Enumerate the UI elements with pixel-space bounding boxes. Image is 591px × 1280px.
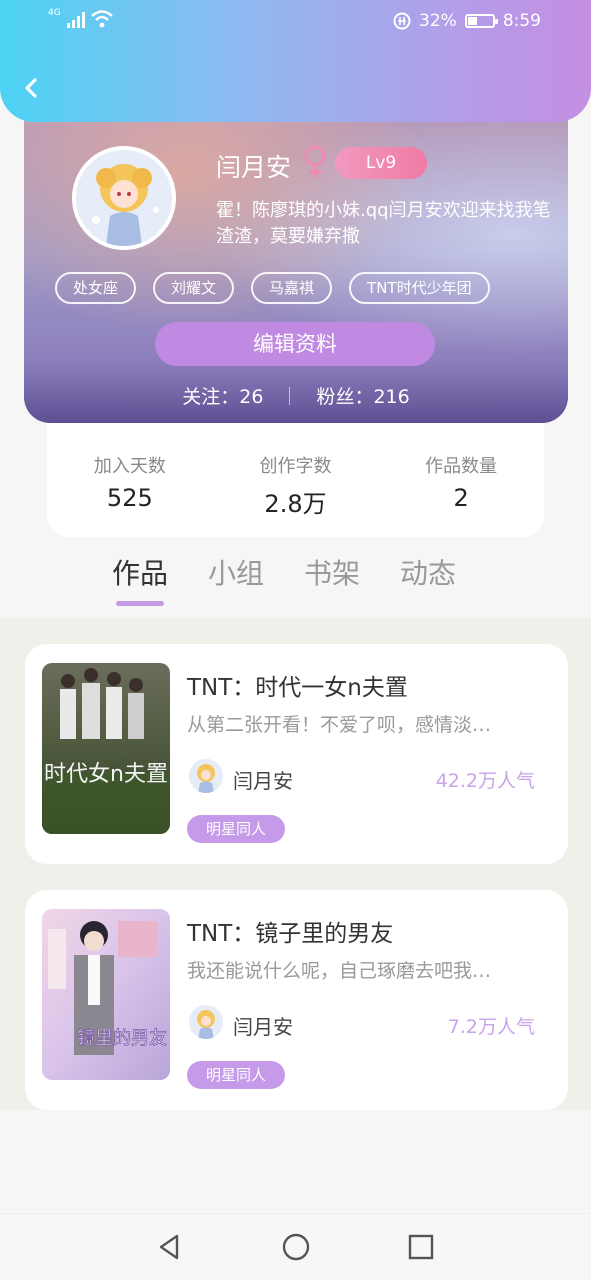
category-badge[interactable]: 明星同人 xyxy=(187,1061,285,1089)
tag-chip[interactable]: TNT时代少年团 xyxy=(349,272,490,304)
work-title[interactable]: TNT：时代一女n夫置 xyxy=(187,668,408,702)
cover-image: 镜里的男友 xyxy=(42,909,170,1080)
stat-work-count: 作品数量 2 xyxy=(378,422,544,537)
work-title[interactable]: TNT：镜子里的男友 xyxy=(187,914,393,948)
clock: 8:59 xyxy=(502,11,541,31)
tab-groups[interactable]: 小组 xyxy=(208,552,264,606)
stat-value: 2 xyxy=(453,484,469,512)
top-header: 4G 32% 8:59 xyxy=(0,0,591,122)
status-left: 4G xyxy=(48,8,113,28)
battery-icon xyxy=(464,14,498,28)
stat-value: 2.8万 xyxy=(264,490,327,518)
works-list: 时代女n夫置 TNT：时代一女n夫置 从第二张开看！不爱了呗，感情淡… 闫月安 … xyxy=(0,618,591,1110)
back-icon xyxy=(25,78,37,98)
category-badge[interactable]: 明星同人 xyxy=(187,815,285,843)
cover-image: 时代女n夫置 xyxy=(42,663,170,834)
network-type: 4G xyxy=(48,8,61,18)
fans-count[interactable]: 粉丝：216 xyxy=(316,382,409,409)
work-description: 从第二张开看！不爱了呗，感情淡… xyxy=(187,714,492,736)
tag-chip[interactable]: 马嘉祺 xyxy=(251,272,333,304)
tab-activity[interactable]: 动态 xyxy=(400,552,456,606)
work-card[interactable]: 时代女n夫置 TNT：时代一女n夫置 从第二张开看！不爱了呗，感情淡… 闫月安 … xyxy=(25,644,568,864)
back-button[interactable] xyxy=(18,74,46,102)
status-bar: 4G 32% 8:59 xyxy=(0,0,591,44)
author-avatar xyxy=(187,757,225,795)
avatar[interactable] xyxy=(72,146,176,250)
avatar-illustration xyxy=(76,150,172,246)
status-right: 32% 8:59 xyxy=(393,11,541,31)
tab-bookshelf[interactable]: 书架 xyxy=(304,552,360,606)
level-badge: Lv9 xyxy=(335,147,427,179)
wifi-icon xyxy=(90,10,113,28)
signal-icon xyxy=(66,12,85,28)
author-name: 闫月安 xyxy=(233,1015,293,1039)
stat-label: 作品数量 xyxy=(425,456,498,477)
tag-chip[interactable]: 处女座 xyxy=(55,272,137,304)
bio-text: 霍！陈廖琪的小妹.qq闫月安欢迎来找我笔渣渣，莫要嫌弃撒 xyxy=(216,200,551,247)
battery-percent: 32% xyxy=(419,11,457,31)
nav-back-icon[interactable] xyxy=(155,1232,185,1262)
work-cover[interactable]: 镜里的男友 xyxy=(42,909,170,1080)
cover-title: 镜里的男友 xyxy=(77,1028,167,1049)
stat-label: 加入天数 xyxy=(93,456,166,477)
follow-stats: 关注：26 粉丝：216 xyxy=(24,382,568,409)
stat-value: 525 xyxy=(106,484,153,512)
work-description: 我还能说什么呢，自己琢磨去吧我… xyxy=(187,960,492,982)
author-avatar xyxy=(187,1003,225,1041)
popularity-count: 7.2万人气 xyxy=(447,1016,535,1038)
tag-chip[interactable]: 刘耀文 xyxy=(153,272,235,304)
work-cover[interactable]: 时代女n夫置 xyxy=(42,663,170,834)
nav-recent-icon[interactable] xyxy=(406,1232,436,1262)
system-nav-bar xyxy=(0,1213,591,1280)
data-saver-icon xyxy=(393,12,411,30)
cover-title: 时代女n夫置 xyxy=(44,762,168,787)
tag-list: 处女座 刘耀文 马嘉祺 TNT时代少年团 xyxy=(55,272,490,304)
following-count[interactable]: 关注：26 xyxy=(182,382,263,409)
stat-join-days: 加入天数 525 xyxy=(47,422,213,537)
nav-home-icon[interactable] xyxy=(281,1232,311,1262)
stats-card: 加入天数 525 创作字数 2.8万 作品数量 2 xyxy=(47,422,544,537)
female-icon xyxy=(304,145,326,178)
edit-profile-button[interactable]: 编辑资料 xyxy=(155,322,435,366)
author-name: 闫月安 xyxy=(233,769,293,793)
user-name: 闫月安 xyxy=(216,153,292,182)
tab-works[interactable]: 作品 xyxy=(112,552,168,606)
work-card[interactable]: 镜里的男友 TNT：镜子里的男友 我还能说什么呢，自己琢磨去吧我… 闫月安 7.… xyxy=(25,890,568,1110)
divider xyxy=(289,386,291,405)
popularity-count: 42.2万人气 xyxy=(435,770,535,792)
tab-bar: 作品 小组 书架 动态 xyxy=(112,552,456,606)
profile-card: 闫月安 Lv9 霍！陈廖琪的小妹.qq闫月安欢迎来找我笔渣渣，莫要嫌弃撒 处女座… xyxy=(24,110,568,423)
stat-word-count: 创作字数 2.8万 xyxy=(213,422,379,537)
stat-label: 创作字数 xyxy=(259,456,332,477)
